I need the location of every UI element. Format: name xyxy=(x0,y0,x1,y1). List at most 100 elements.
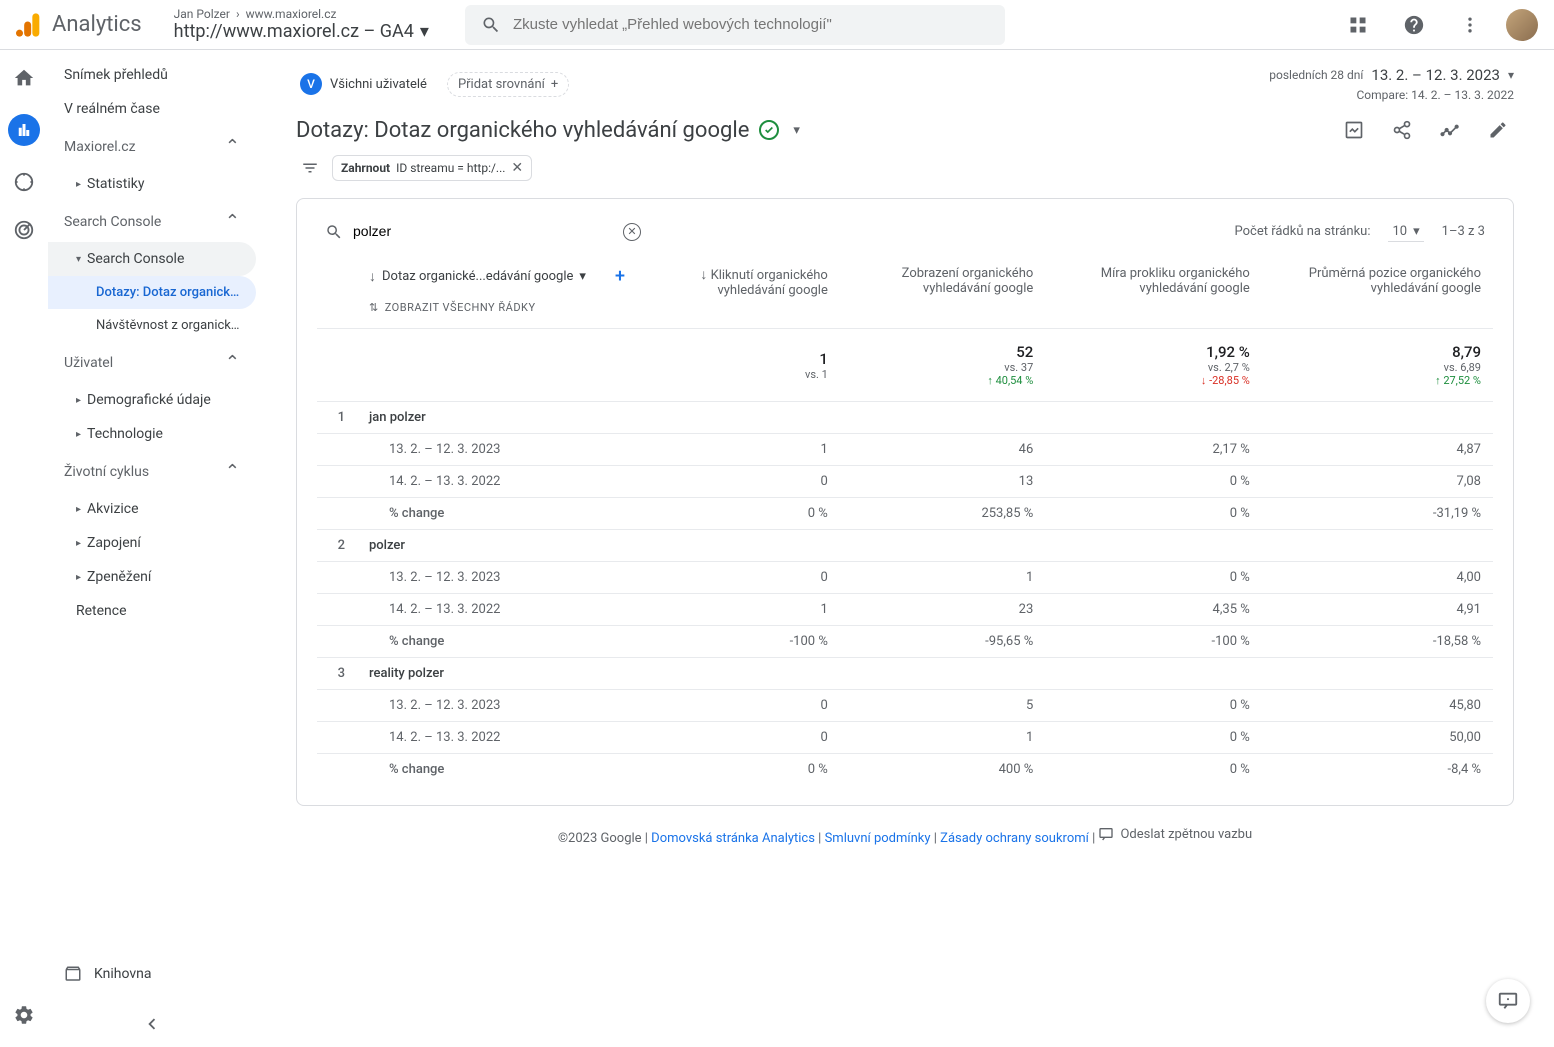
footer-terms-link[interactable]: Smluvní podmínky xyxy=(825,831,931,846)
sidebar-demographics[interactable]: Demografické údaje xyxy=(48,383,256,417)
sidebar-snapshot[interactable]: Snímek přehledů xyxy=(48,58,256,92)
sidebar-retention[interactable]: Retence xyxy=(48,594,256,628)
col-position[interactable]: Průměrná pozice organického vyhledávání … xyxy=(1262,260,1493,329)
dimension-header[interactable]: ↓ Dotaz organické...edávání google ▾ + xyxy=(369,266,625,293)
sidebar-section-search-console[interactable]: Search Console ⌃ xyxy=(48,201,256,242)
search-box[interactable] xyxy=(465,5,1005,45)
segment-chip[interactable]: V Všichni uživatelé xyxy=(296,69,439,99)
chevron-up-icon: ⌃ xyxy=(225,136,240,157)
app-header: Analytics Jan Polzer › www.maxiorel.cz h… xyxy=(0,0,1554,50)
rows-per-page-label: Počet řádků na stránku: xyxy=(1234,224,1370,239)
help-icon[interactable] xyxy=(1394,5,1434,45)
table-search[interactable]: ✕ xyxy=(325,219,641,244)
date-range-picker[interactable]: posledních 28 dní 13. 2. – 12. 3. 2023 ▾… xyxy=(1269,66,1514,102)
verified-icon xyxy=(759,120,779,140)
breadcrumb-user: Jan Polzer xyxy=(174,7,230,21)
sidebar-search-console[interactable]: Search Console xyxy=(48,242,256,276)
sidebar-realtime[interactable]: V reálném čase xyxy=(48,92,256,126)
sidebar-acquisition[interactable]: Akvizice xyxy=(48,492,256,526)
col-ctr[interactable]: Míra prokliku organického vyhledávání go… xyxy=(1045,260,1262,329)
sidebar-collapse-button[interactable] xyxy=(48,1013,256,1035)
chevron-down-icon: ▾ xyxy=(579,269,586,284)
table-row[interactable]: 3reality polzer xyxy=(317,658,1493,690)
show-all-rows-button[interactable]: ⇅ ZOBRAZIT VŠECHNY ŘÁDKY xyxy=(369,293,625,314)
table-subrow-previous: 14. 2. – 13. 3. 20220130 %7,08 xyxy=(317,466,1493,498)
filter-icon[interactable] xyxy=(296,154,324,182)
filter-chip[interactable]: Zahrnout ID streamu = http:/... ✕ xyxy=(332,155,532,181)
sidebar-section-lifecycle[interactable]: Životní cyklus ⌃ xyxy=(48,451,256,492)
segment-badge: V xyxy=(300,73,322,95)
table-subrow-change: % change0 %400 %0 %-8,4 % xyxy=(317,754,1493,786)
search-input[interactable] xyxy=(513,16,989,33)
sidebar-technology[interactable]: Technologie xyxy=(48,417,256,451)
explore-icon[interactable] xyxy=(12,170,36,194)
rows-per-page-select[interactable]: 10 ▾ xyxy=(1388,222,1423,242)
chevron-up-icon: ⌃ xyxy=(225,461,240,482)
property-name: http://www.maxiorel.cz – GA4 xyxy=(174,21,414,42)
feedback-fab[interactable] xyxy=(1486,979,1530,1023)
more-vert-icon[interactable] xyxy=(1450,5,1490,45)
chevron-down-icon: ▾ xyxy=(420,21,429,42)
breadcrumb-site: www.maxiorel.cz xyxy=(246,7,337,21)
add-comparison-button[interactable]: Přidat srovnání + xyxy=(447,72,569,97)
data-table-card: ✕ Počet řádků na stránku: 10 ▾ 1–3 z 3 xyxy=(296,198,1514,806)
chevron-right-icon: › xyxy=(236,7,240,21)
edit-icon[interactable] xyxy=(1482,114,1514,146)
sidebar-library[interactable]: Knihovna xyxy=(48,955,256,993)
table-subrow-change: % change0 %253,85 %0 %-31,19 % xyxy=(317,498,1493,530)
table-search-input[interactable] xyxy=(353,219,613,244)
table-subrow-change: % change-100 %-95,65 %-100 %-18,58 % xyxy=(317,626,1493,658)
sidebar-engagement[interactable]: Zapojení xyxy=(48,526,256,560)
segment-label: Všichni uživatelé xyxy=(330,77,427,92)
table-subrow-current: 13. 2. – 12. 3. 20231462,17 %4,87 xyxy=(317,434,1493,466)
arrow-down-icon: ↓ xyxy=(700,267,707,283)
chevron-down-icon: ▾ xyxy=(1508,68,1514,82)
arrow-down-icon: ↓ xyxy=(369,268,376,285)
table-row[interactable]: 1jan polzer xyxy=(317,402,1493,434)
add-dimension-button[interactable]: + xyxy=(615,266,625,287)
chevron-up-icon: ⌃ xyxy=(225,211,240,232)
library-icon xyxy=(64,965,82,983)
expand-icon: ⇅ xyxy=(369,301,379,314)
avatar[interactable] xyxy=(1506,9,1538,41)
close-icon[interactable]: ✕ xyxy=(511,160,523,176)
data-table: ↓ Dotaz organické...edávání google ▾ + ⇅ xyxy=(317,260,1493,785)
reports-icon[interactable] xyxy=(8,114,40,146)
clear-search-icon[interactable]: ✕ xyxy=(623,223,641,241)
product-name: Analytics xyxy=(52,12,142,37)
sidebar-queries[interactable]: Dotazy: Dotaz organického... xyxy=(48,276,256,309)
logo-block[interactable]: Analytics xyxy=(16,11,142,39)
table-row[interactable]: 2polzer xyxy=(317,530,1493,562)
analytics-logo-icon xyxy=(16,11,44,39)
table-subrow-current: 13. 2. – 12. 3. 2023050 %45,80 xyxy=(317,690,1493,722)
sidebar-organic-traffic[interactable]: Návštěvnost z organického... xyxy=(48,309,256,342)
sidebar-section-user[interactable]: Uživatel ⌃ xyxy=(48,342,256,383)
advertising-icon[interactable] xyxy=(12,218,36,242)
nav-rail xyxy=(0,50,48,1047)
share-icon[interactable] xyxy=(1386,114,1418,146)
main-content: V Všichni uživatelé Přidat srovnání + po… xyxy=(256,50,1554,1047)
search-icon xyxy=(325,223,343,241)
table-subrow-previous: 14. 2. – 13. 3. 20221234,35 %4,91 xyxy=(317,594,1493,626)
title-dropdown[interactable]: ▾ xyxy=(789,119,804,142)
pagination-range: 1–3 z 3 xyxy=(1442,224,1485,239)
breadcrumb[interactable]: Jan Polzer › www.maxiorel.cz http://www.… xyxy=(174,7,429,42)
sidebar-statistiky[interactable]: Statistiky xyxy=(48,167,256,201)
summary-row: 1vs. 1 52vs. 3740,54 % 1,92 %vs. 2,7 %-2… xyxy=(317,329,1493,402)
chevron-up-icon: ⌃ xyxy=(225,352,240,373)
customize-icon[interactable] xyxy=(1338,114,1370,146)
insights-icon[interactable] xyxy=(1434,114,1466,146)
footer-feedback-link[interactable]: Odeslat zpětnou vazbu xyxy=(1098,826,1252,842)
sidebar-section-maxiorel[interactable]: Maxiorel.cz ⌃ xyxy=(48,126,256,167)
footer-privacy-link[interactable]: Zásady ochrany soukromí xyxy=(940,831,1089,846)
page-title: Dotazy: Dotaz organického vyhledávání go… xyxy=(296,118,749,143)
footer-home-link[interactable]: Domovská stránka Analytics xyxy=(651,831,815,846)
home-icon[interactable] xyxy=(12,66,36,90)
col-impressions[interactable]: Zobrazení organického vyhledávání google xyxy=(840,260,1045,329)
sidebar: Snímek přehledů V reálném čase Maxiorel.… xyxy=(48,50,256,1047)
search-icon xyxy=(481,15,501,35)
sidebar-monetization[interactable]: Zpeněžení xyxy=(48,560,256,594)
apps-icon[interactable] xyxy=(1338,5,1378,45)
settings-icon[interactable] xyxy=(12,1003,36,1027)
col-clicks[interactable]: ↓ Kliknutí organického vyhledávání googl… xyxy=(637,260,840,329)
